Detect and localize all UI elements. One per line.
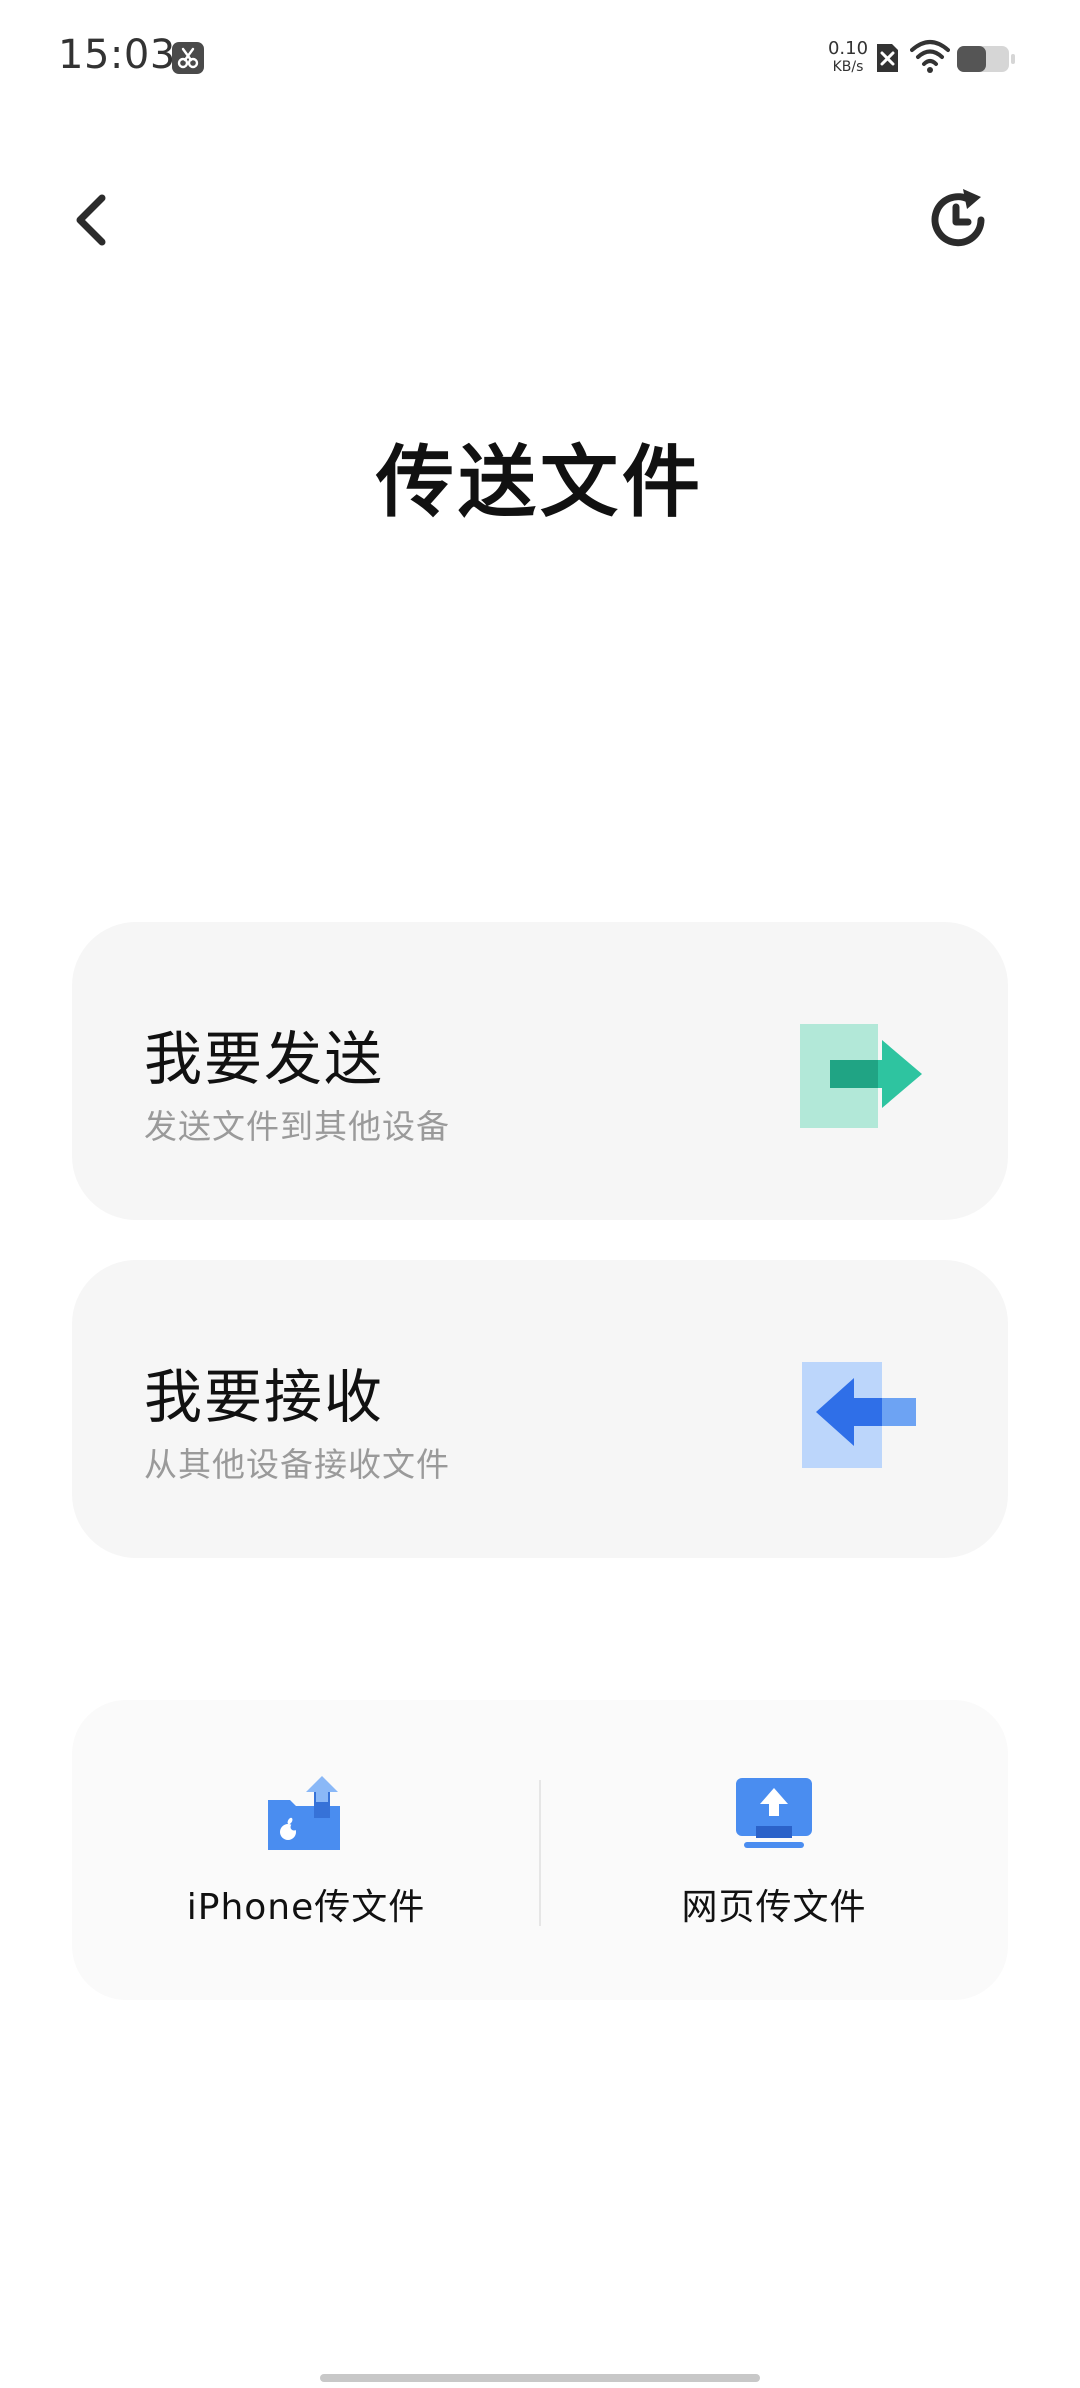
status-bar: 15:03 0.10 KB/s <box>0 0 1080 120</box>
iphone-transfer-button[interactable]: iPhone传文件 <box>72 1700 540 2000</box>
receive-card-subtitle: 从其他设备接收文件 <box>144 1445 450 1484</box>
network-speed: 0.10 KB/s <box>824 38 872 75</box>
history-clock-icon <box>931 189 985 247</box>
back-button[interactable] <box>56 180 124 260</box>
network-speed-value: 0.10 <box>827 38 869 59</box>
receive-card-title: 我要接收 <box>144 1363 385 1431</box>
network-speed-unit: KB/s <box>832 59 864 75</box>
receive-arrow-icon <box>794 1358 928 1470</box>
send-card-title: 我要发送 <box>144 1025 385 1093</box>
iphone-transfer-label: iPhone传文件 <box>186 1887 426 1928</box>
page-title: 传送文件 <box>375 438 704 528</box>
iphone-folder-icon <box>266 1774 346 1854</box>
receive-card[interactable]: 我要接收 从其他设备接收文件 <box>72 1260 1008 1558</box>
send-card[interactable]: 我要发送 发送文件到其他设备 <box>72 922 1008 1220</box>
wifi-icon <box>910 38 950 74</box>
battery-icon <box>956 44 1016 74</box>
chevron-left-icon <box>76 194 106 246</box>
status-time: 15:03 <box>58 32 176 78</box>
web-upload-icon <box>734 1774 814 1854</box>
web-transfer-button[interactable]: 网页传文件 <box>540 1700 1008 2000</box>
scissors-icon <box>172 42 204 74</box>
send-card-subtitle: 发送文件到其他设备 <box>144 1107 450 1146</box>
send-arrow-icon <box>794 1020 928 1132</box>
web-transfer-label: 网页传文件 <box>681 1887 867 1928</box>
sim-off-icon <box>874 42 900 74</box>
transfer-options-panel: iPhone传文件 网页传文件 <box>72 1700 1008 2000</box>
home-indicator[interactable] <box>320 2374 760 2382</box>
history-button[interactable] <box>916 178 1000 262</box>
